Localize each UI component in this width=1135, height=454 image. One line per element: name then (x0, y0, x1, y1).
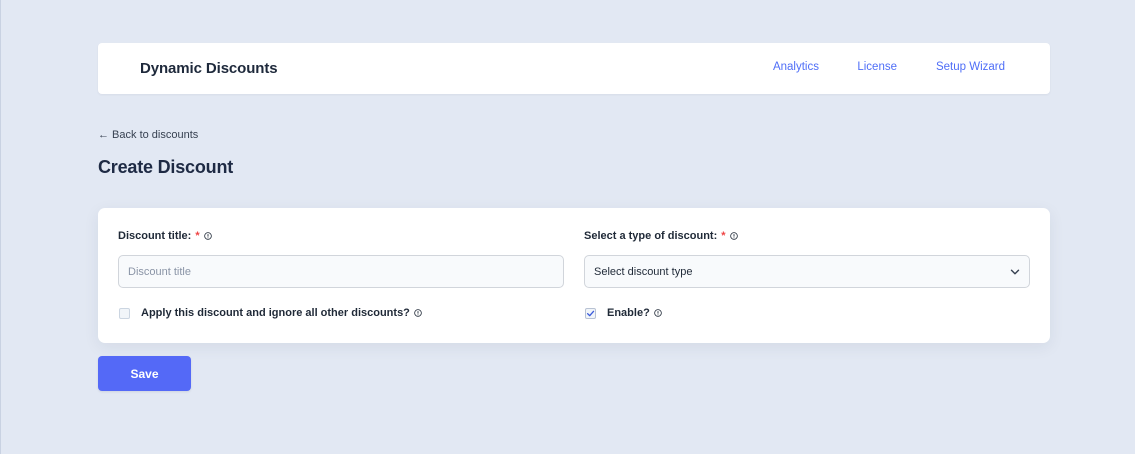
discount-type-label-text: Select a type of discount: (584, 230, 718, 242)
info-icon[interactable] (203, 232, 212, 240)
app-brand-title: Dynamic Discounts (140, 60, 278, 77)
discount-title-input[interactable] (118, 255, 564, 288)
nav-link-license[interactable]: License (857, 61, 897, 73)
info-icon[interactable] (654, 309, 662, 317)
top-navigation-bar: Dynamic Discounts Analytics License Setu… (98, 43, 1050, 94)
chevron-down-icon (1010, 267, 1020, 277)
discount-type-label: Select a type of discount: * (584, 230, 738, 242)
nav-link-analytics[interactable]: Analytics (773, 61, 819, 73)
save-button[interactable]: Save (98, 356, 191, 391)
info-icon[interactable] (729, 232, 738, 240)
page-title: Create Discount (98, 157, 234, 177)
enable-label: Enable? (607, 307, 650, 319)
nav-link-setup-wizard[interactable]: Setup Wizard (936, 61, 1005, 73)
discount-title-label: Discount title: * (118, 230, 212, 242)
enable-option: Enable? (585, 307, 662, 319)
info-icon[interactable] (414, 309, 422, 317)
exclusive-discount-option: Apply this discount and ignore all other… (119, 307, 422, 319)
discount-type-selected-value: Select discount type (594, 265, 693, 278)
enable-checkbox[interactable] (585, 307, 596, 319)
checkmark-icon (586, 310, 595, 316)
exclusive-discount-checkbox[interactable] (119, 307, 130, 319)
required-marker: * (721, 230, 726, 242)
back-to-discounts-link[interactable]: ← Back to discounts (98, 129, 198, 141)
discount-type-select[interactable]: Select discount type (584, 255, 1030, 288)
discount-title-label-text: Discount title: (118, 230, 192, 242)
discount-form-card: Discount title: * Select a type of disco… (98, 208, 1050, 343)
exclusive-discount-label: Apply this discount and ignore all other… (141, 307, 410, 319)
required-marker: * (195, 230, 200, 242)
